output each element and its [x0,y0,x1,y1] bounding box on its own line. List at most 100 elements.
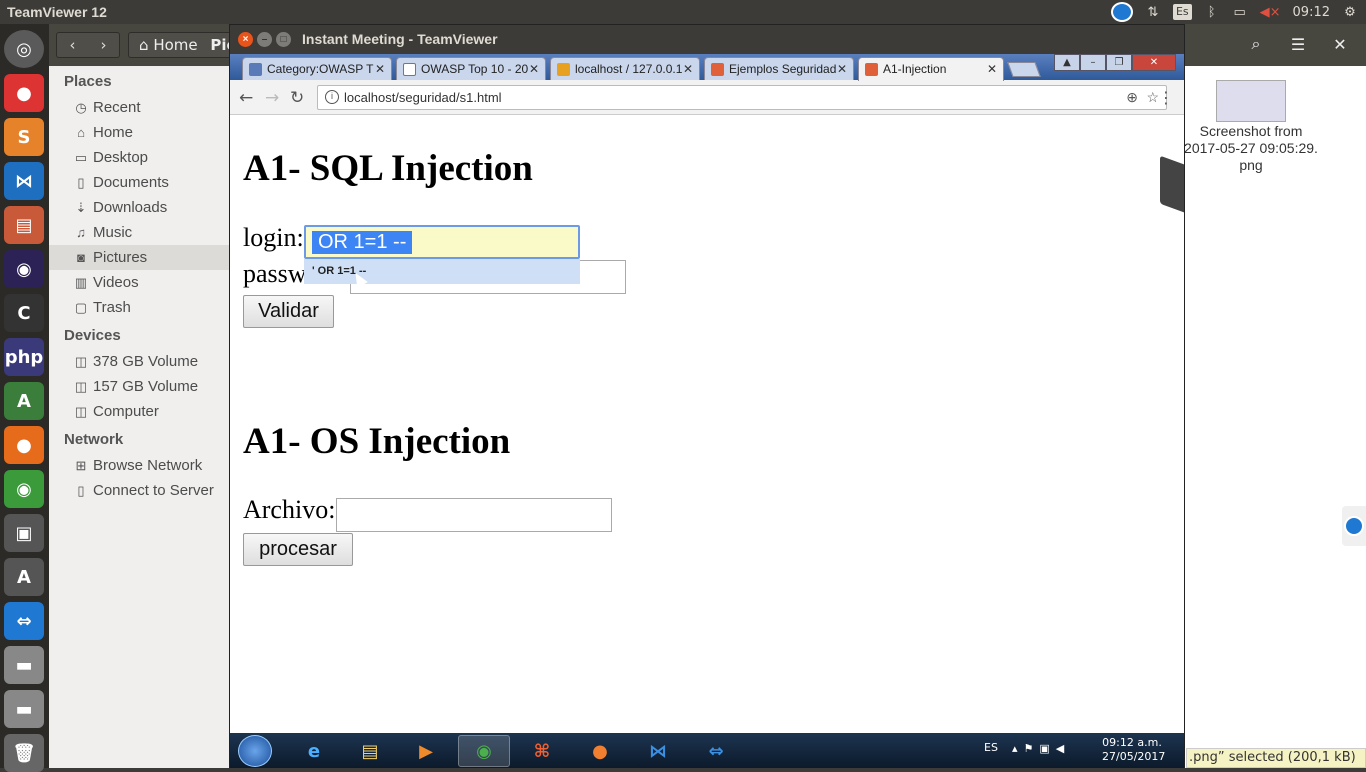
files-icon[interactable]: ▤ [4,206,44,244]
tab-close-icon[interactable]: ✕ [529,58,539,80]
sublime-icon[interactable]: S [4,118,44,156]
sidebar-item-music[interactable]: ♫ Music [49,220,230,245]
firefox-icon[interactable]: ● [574,735,626,767]
home-icon: ⌂ [77,125,85,140]
volume-muted-icon[interactable]: ◀× [1260,4,1281,20]
tray-clock[interactable]: 09:12 a.m. 27/05/2017 [1102,736,1165,764]
tab-owasp-top10[interactable]: OWASP Top 10 - 20 ✕ [396,57,546,80]
sidebar-item-computer[interactable]: ◫ Computer [49,399,230,424]
close-icon[interactable]: ✕ [1132,54,1176,71]
profile-icon[interactable]: ▲ [1054,54,1080,71]
sidebar-item-browse-network[interactable]: ⊞ Browse Network [49,453,230,478]
back-button[interactable]: ‹ [57,33,88,57]
autocomplete-suggestion[interactable]: ' OR 1=1 -- [304,259,580,284]
keyboard-layout[interactable]: Es [1172,4,1192,20]
android-studio-icon[interactable]: A [4,382,44,420]
explorer-icon[interactable]: ▤ [344,735,396,767]
minimize-icon[interactable]: – [1080,54,1106,71]
screen-lock-icon[interactable]: ▣ [4,514,44,552]
vscode-icon[interactable]: ⋈ [4,162,44,200]
tab-a1-injection[interactable]: A1-Injection ✕ [858,57,1004,81]
launcher: ◎ ● S ⋈ ▤ ◉ C php A ● ◉ ▣ A ⇔ ▬ ▬ 🗑 [0,24,49,772]
media-player-icon[interactable]: ▶ [400,735,452,767]
forward-button[interactable]: › [88,33,119,57]
sidebar-item-documents[interactable]: ▯ Documents [49,170,230,195]
side-handle[interactable] [1160,155,1184,213]
validar-button[interactable]: Validar [243,295,334,328]
sidebar-item-volume-157[interactable]: ◫ 157 GB Volume [49,374,230,399]
vscode-icon[interactable]: ⋈ [632,735,684,767]
bluetooth-icon[interactable]: ᛒ [1204,4,1220,20]
music-icon: ♫ [76,225,86,240]
ie-icon[interactable]: e [288,735,340,767]
tab-localhost-phpmyadmin[interactable]: localhost / 127.0.0.1 ✕ [550,57,700,80]
breadcrumb: ⌂ Home Pict [128,32,238,58]
sidebar-item-volume-378[interactable]: ◫ 378 GB Volume [49,349,230,374]
chrome-icon[interactable]: ◉ [4,470,44,508]
sidebar-item-pictures[interactable]: ◙ Pictures [49,245,230,270]
zoom-icon[interactable]: ⊕ [1126,86,1138,109]
teamviewer-icon[interactable]: ⇔ [690,735,742,767]
trash-icon: ▢ [74,300,88,315]
chrome-icon[interactable]: ◉ [458,735,510,767]
teamviewer-panel-handle[interactable] [1342,506,1366,546]
tab-close-icon[interactable]: ✕ [987,58,997,80]
procesar-button[interactable]: procesar [243,533,353,566]
php-icon[interactable]: php [4,338,44,376]
archivo-input[interactable] [336,498,612,532]
forward-arrow-icon[interactable]: → [265,88,279,108]
sidebar-item-connect-server[interactable]: ▯ Connect to Server [49,478,230,503]
sidebar-item-videos[interactable]: ▥ Videos [49,270,230,295]
new-tab-button[interactable] [1007,62,1041,77]
clock[interactable]: 09:12 [1293,4,1330,20]
minimize-icon[interactable]: – [257,32,272,47]
sidebar-item-trash[interactable]: ▢ Trash [49,295,230,320]
firefox-icon[interactable]: ● [4,426,44,464]
file-thumbnail[interactable] [1216,80,1286,122]
eclipse-icon[interactable]: ◉ [4,250,44,288]
teamviewer-icon[interactable]: ⇔ [4,602,44,640]
close-icon[interactable]: × [238,32,253,47]
back-arrow-icon[interactable]: ← [239,88,253,108]
window-close-icon[interactable]: ✕ [1322,30,1358,58]
web-page: A1- SQL Injection login: passw OR 1=1 --… [230,115,1184,733]
tomato-icon[interactable]: ● [4,74,44,112]
sidebar-item-desktop[interactable]: ▭ Desktop [49,145,230,170]
search-icon[interactable]: ⌕ [1238,30,1274,58]
gear-icon[interactable]: ⚙ [1342,4,1358,20]
reload-icon[interactable]: ↻ [290,88,304,108]
login-input[interactable]: OR 1=1 -- [304,225,580,259]
software-center-icon[interactable]: A [4,558,44,596]
file-label[interactable]: Screenshot from 2017-05-27 09:05:29. png [1184,123,1318,174]
xampp-icon[interactable]: ⌘ [516,735,568,767]
menu-icon[interactable]: ⋮ [1158,88,1174,107]
list-view-icon[interactable]: ☰ [1280,30,1316,58]
password-label: passw [243,259,307,288]
tab-close-icon[interactable]: ✕ [683,58,693,80]
network-arrows-icon[interactable]: ⇅ [1145,4,1161,20]
tab-close-icon[interactable]: ✕ [837,58,847,80]
address-bar[interactable]: i localhost/seguridad/s1.html ⊕ ☆ [317,85,1167,110]
maximize-icon[interactable]: □ [276,32,291,47]
disk-icon[interactable]: ▬ [4,646,44,684]
disk-icon[interactable]: ▬ [4,690,44,728]
trash-icon[interactable]: 🗑 [4,734,44,772]
tab-close-icon[interactable]: ✕ [375,58,385,80]
restore-icon[interactable]: ❐ [1106,54,1132,71]
breadcrumb-home[interactable]: Home [153,36,197,54]
teamviewer-indicator-icon[interactable] [1110,2,1133,22]
battery-icon[interactable]: ▭ [1232,4,1248,20]
film-icon: ▥ [74,275,88,290]
sidebar-item-home[interactable]: ⌂ Home [49,120,230,145]
language-indicator[interactable]: ES [984,741,998,754]
tab-ejemplos-seguridad[interactable]: Ejemplos Seguridad ✕ [704,57,854,80]
start-button[interactable] [238,735,272,767]
tab-owasp-category[interactable]: Category:OWASP T ✕ [242,57,392,80]
info-icon[interactable]: i [325,90,339,104]
ubuntu-dash-icon[interactable]: ◎ [4,30,44,68]
tray-icons[interactable]: ▴⚑▣◀ [1012,742,1070,755]
sidebar-item-recent[interactable]: ◷ Recent [49,95,230,120]
eclipse-cdt-icon[interactable]: C [4,294,44,332]
drive-icon: ◫ [74,354,88,369]
sidebar-item-downloads[interactable]: ⇣ Downloads [49,195,230,220]
